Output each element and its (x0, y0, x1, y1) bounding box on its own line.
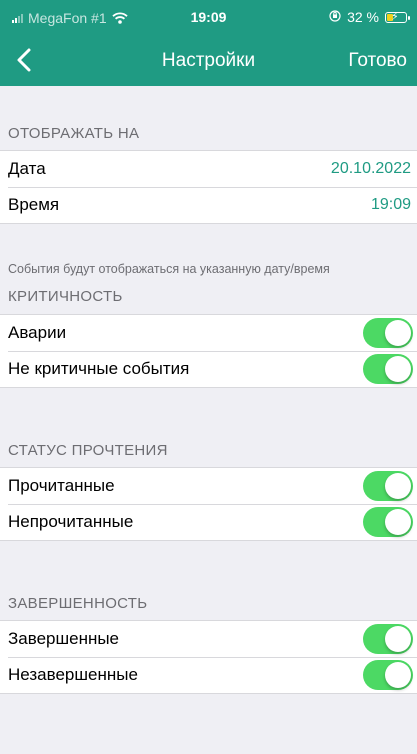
noncritical-toggle[interactable] (363, 354, 413, 384)
status-right: 32 % ⚡ (329, 9, 410, 25)
completion-group: Завершенные Незавершенные (0, 620, 417, 694)
display-footnote: События будут отображаться на указанную … (8, 262, 330, 276)
read-status-group: Прочитанные Непрочитанные (0, 467, 417, 541)
incomplete-label: Незавершенные (8, 665, 138, 684)
date-value[interactable]: 20.10.2022 (331, 160, 411, 178)
unread-label: Непрочитанные (8, 512, 134, 531)
toggle-knob (385, 662, 411, 688)
list-item-unread: Непрочитанные (0, 504, 417, 540)
section-header-display: ОТОБРАЖАТЬ НА (8, 125, 140, 142)
settings-screen: MegaFon #1 19:09 32 % ⚡ Настройки Готово… (0, 0, 417, 754)
battery-charging-icon: ⚡ (385, 10, 410, 23)
accidents-label: Аварии (8, 323, 67, 342)
toggle-knob (385, 473, 411, 499)
nav-bar: Настройки Готово (0, 38, 417, 84)
header: MegaFon #1 19:09 32 % ⚡ Настройки Готово (0, 0, 417, 86)
time-label: Время (8, 195, 60, 214)
list-item-incomplete: Незавершенные (0, 657, 417, 693)
toggle-knob (385, 356, 411, 382)
section-header-criticality: КРИТИЧНОСТЬ (8, 288, 123, 305)
list-item-completed: Завершенные (0, 621, 417, 657)
time-row[interactable]: Время 19:09 (0, 187, 417, 223)
toggle-knob (385, 509, 411, 535)
section-header-completion: ЗАВЕРШЕННОСТЬ (8, 595, 148, 612)
bolt-icon: ⚡ (391, 10, 399, 23)
list-item-read: Прочитанные (0, 468, 417, 504)
time-value[interactable]: 19:09 (371, 196, 411, 214)
done-button[interactable]: Готово (348, 50, 407, 72)
completed-toggle[interactable] (363, 624, 413, 654)
incomplete-toggle[interactable] (363, 660, 413, 690)
unread-toggle[interactable] (363, 507, 413, 537)
status-bar: MegaFon #1 19:09 32 % ⚡ (0, 0, 417, 34)
list-item-noncritical: Не критичные события (0, 351, 417, 387)
display-group: Дата 20.10.2022 Время 19:09 (0, 150, 417, 224)
section-header-read-status: СТАТУС ПРОЧТЕНИЯ (8, 442, 168, 459)
toggle-knob (385, 320, 411, 346)
battery-percent: 32 % (347, 9, 379, 25)
date-label: Дата (8, 159, 46, 178)
completed-label: Завершенные (8, 629, 120, 648)
read-toggle[interactable] (363, 471, 413, 501)
read-label: Прочитанные (8, 476, 115, 495)
orientation-lock-icon (329, 9, 341, 25)
date-row[interactable]: Дата 20.10.2022 (0, 151, 417, 187)
list-item-accidents: Аварии (0, 315, 417, 351)
accidents-toggle[interactable] (363, 318, 413, 348)
criticality-group: Аварии Не критичные события (0, 314, 417, 388)
toggle-knob (385, 626, 411, 652)
noncritical-label: Не критичные события (8, 359, 190, 378)
